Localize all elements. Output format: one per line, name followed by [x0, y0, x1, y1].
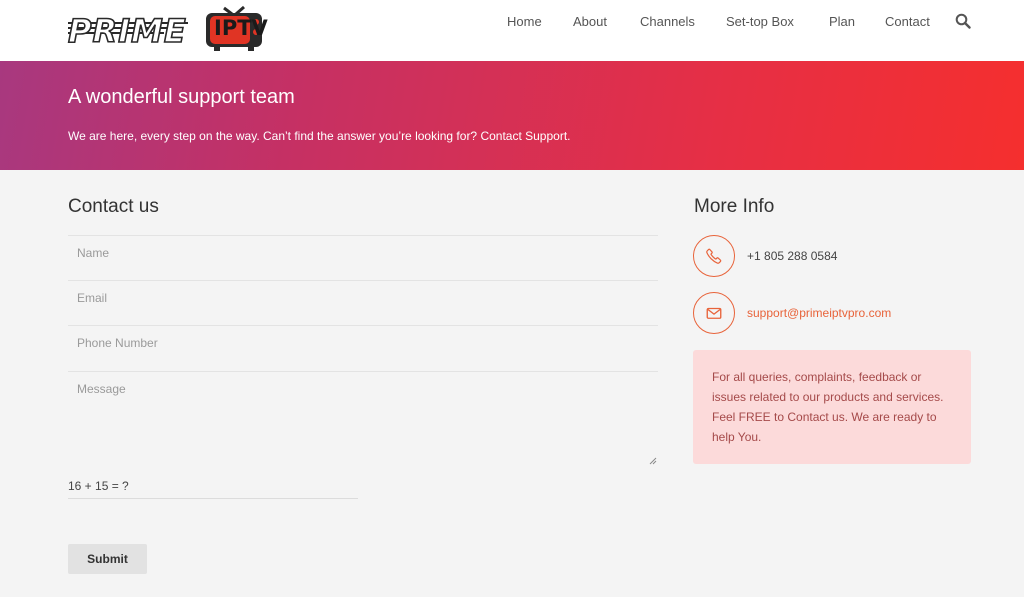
- nav-contact[interactable]: Contact: [885, 14, 930, 29]
- email-info: support@primeiptvpro.com: [693, 292, 993, 334]
- banner-subtitle: We are here, every step on the way. Can’…: [68, 129, 571, 143]
- message-placeholder: Message: [77, 382, 126, 396]
- email-field[interactable]: Email: [68, 280, 658, 325]
- banner-title: A wonderful support team: [68, 86, 295, 108]
- more-info-title: More Info: [694, 196, 775, 217]
- name-placeholder: Name: [77, 246, 110, 260]
- name-field[interactable]: Name: [68, 235, 658, 280]
- logo-tv-word: IPTV: [214, 16, 268, 40]
- email-placeholder: Email: [77, 291, 108, 305]
- submit-button[interactable]: Submit: [68, 544, 147, 574]
- nav-set-top-box[interactable]: Set-top Box: [726, 14, 794, 29]
- nav-channels[interactable]: Channels: [640, 14, 695, 29]
- contact-title: Contact us: [68, 196, 159, 217]
- info-notice-box: For all queries, complaints, feedback or…: [693, 350, 971, 464]
- phone-field[interactable]: Phone Number: [68, 325, 658, 370]
- captcha-question[interactable]: 16 + 15 = ?: [68, 479, 358, 499]
- hero-banner: A wonderful support team We are here, ev…: [0, 61, 1024, 170]
- nav-plan[interactable]: Plan: [829, 14, 855, 29]
- search-icon[interactable]: [955, 13, 971, 29]
- phone-number[interactable]: +1 805 288 0584: [747, 249, 837, 263]
- logo-wordmark: PRIME: [67, 11, 187, 51]
- envelope-icon: [706, 307, 722, 319]
- phone-info: +1 805 288 0584: [693, 235, 993, 277]
- nav-home[interactable]: Home: [507, 14, 542, 29]
- info-notice-text: For all queries, complaints, feedback or…: [712, 370, 944, 444]
- resize-handle-icon[interactable]: [649, 457, 657, 465]
- phone-icon: [706, 248, 722, 264]
- site-header: PRIME IPTV Home About Channels Set-top B…: [0, 0, 1024, 61]
- site-logo[interactable]: PRIME IPTV: [67, 2, 268, 56]
- support-email-link[interactable]: support@primeiptvpro.com: [747, 306, 891, 320]
- phone-placeholder: Phone Number: [77, 336, 158, 350]
- nav-about[interactable]: About: [573, 14, 607, 29]
- envelope-icon-circle: [693, 292, 735, 334]
- message-textarea[interactable]: Message: [68, 371, 658, 466]
- phone-icon-circle: [693, 235, 735, 277]
